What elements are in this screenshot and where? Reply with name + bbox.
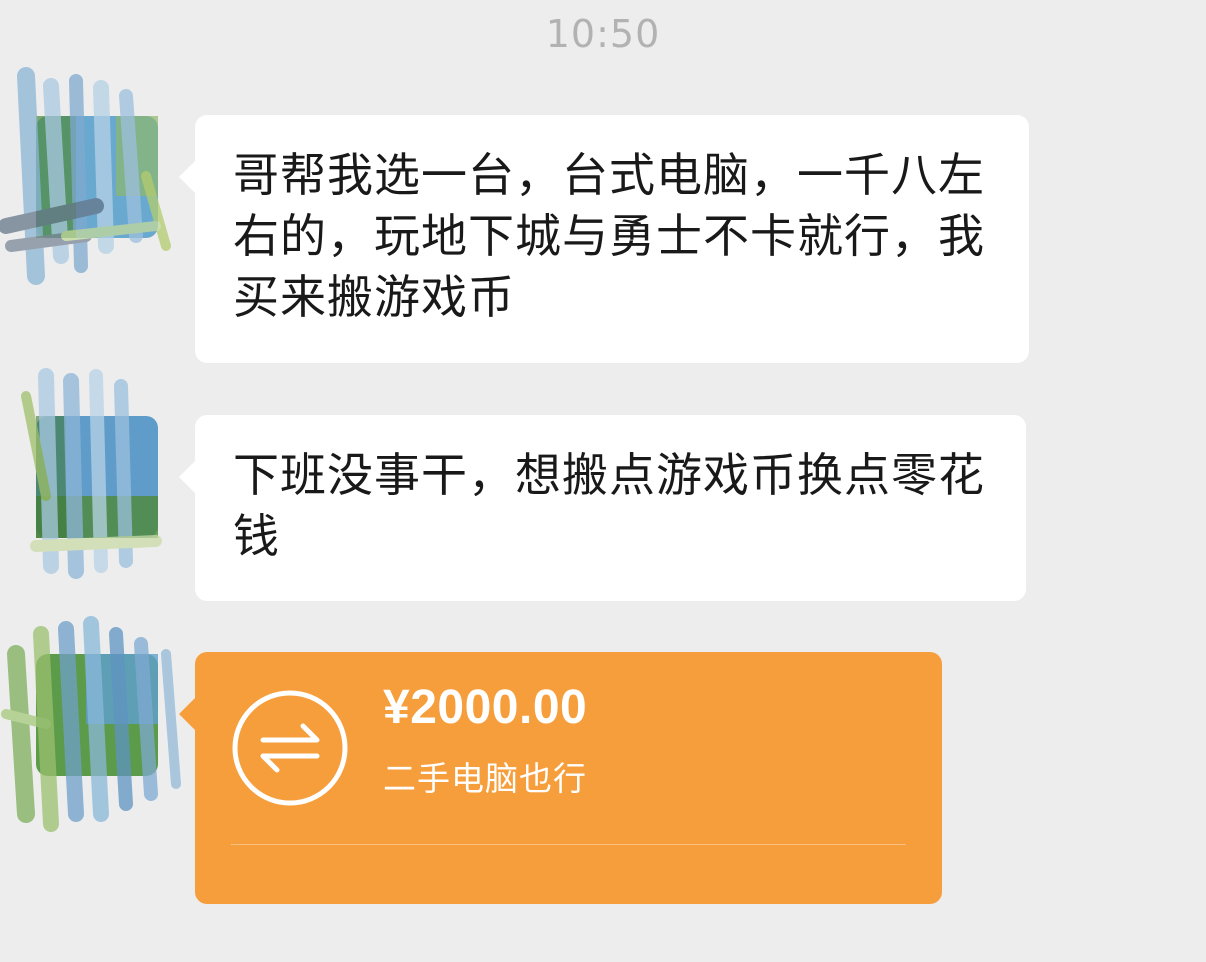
transfer-arrows-icon [232, 690, 348, 806]
transfer-divider [231, 844, 906, 845]
transfer-amount: ¥2000.00 [383, 681, 588, 734]
transfer-card[interactable]: ¥2000.00 二手电脑也行 [179, 652, 942, 904]
message-bubble[interactable]: 下班没事干，想搬点游戏币换点零花钱 [179, 415, 1026, 601]
blurred-avatar-image [1, 616, 181, 832]
sender-avatar[interactable] [1, 616, 181, 832]
blurred-avatar-image [21, 368, 162, 579]
transfer-note: 二手电脑也行 [383, 759, 587, 798]
message-bubble[interactable]: 哥帮我选一台，台式电脑，一千八左右的，玩地下城与勇士不卡就行，我买来搬游戏币 [179, 115, 1029, 363]
chat-timestamp: 10:50 [545, 12, 661, 56]
sender-avatar[interactable] [0, 67, 171, 285]
blurred-avatar-image [0, 67, 171, 285]
sender-avatar[interactable] [21, 368, 162, 579]
message-text: 下班没事干，想搬点游戏币换点零花钱 [233, 448, 985, 563]
message-text: 哥帮我选一台，台式电脑，一千八左右的，玩地下城与勇士不卡就行，我买来搬游戏币 [233, 148, 985, 324]
